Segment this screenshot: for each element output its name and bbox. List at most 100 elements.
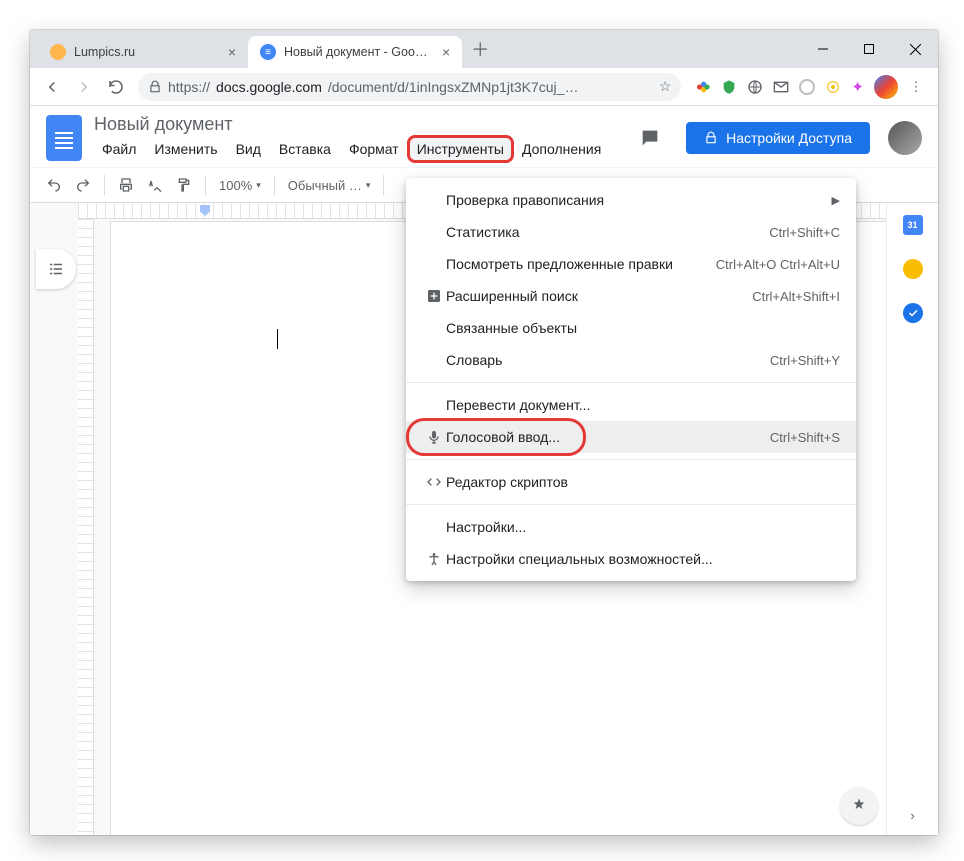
print-button[interactable] [112, 171, 140, 199]
extension-icon[interactable] [747, 79, 763, 95]
menu-item-shortcut: Ctrl+Shift+C [769, 225, 840, 240]
spellcheck-button[interactable] [141, 171, 169, 199]
menu-format[interactable]: Формат [341, 137, 407, 161]
tab-title: Lumpics.ru [74, 45, 135, 59]
menu-file[interactable]: Файл [94, 137, 144, 161]
nav-back-button[interactable] [38, 73, 66, 101]
extension-icon[interactable] [695, 79, 711, 95]
menu-item-shortcut: Ctrl+Alt+Shift+I [752, 289, 840, 304]
menu-item[interactable]: Расширенный поискCtrl+Alt+Shift+I [406, 280, 856, 312]
plus-icon [422, 288, 446, 304]
zoom-select[interactable]: 100% [213, 176, 267, 195]
extension-icon[interactable] [799, 79, 815, 95]
url-host: docs.google.com [216, 79, 322, 95]
url-path: /document/d/1inIngsxZMNp1jt3K7cuj_… [328, 79, 579, 95]
menu-view[interactable]: Вид [228, 137, 269, 161]
account-avatar[interactable] [888, 121, 922, 155]
comments-button[interactable] [632, 120, 668, 156]
menu-item[interactable]: Настройки специальных возможностей... [406, 543, 856, 575]
menu-addons[interactable]: Дополнения [514, 137, 609, 161]
reload-button[interactable] [102, 73, 130, 101]
menu-item-label: Проверка правописания [446, 192, 832, 208]
menu-item-label: Редактор скриптов [446, 474, 840, 490]
menu-item-label: Расширенный поиск [446, 288, 752, 304]
tasks-icon[interactable] [903, 303, 923, 323]
style-select[interactable]: Обычный … [282, 176, 377, 195]
window-controls [800, 30, 938, 68]
menu-item[interactable]: Настройки... [406, 511, 856, 543]
side-panel: 31 › [886, 203, 938, 835]
tab-close-icon[interactable]: × [442, 44, 450, 60]
maximize-button[interactable] [846, 33, 892, 65]
menu-edit[interactable]: Изменить [146, 137, 225, 161]
menu-bar: Файл Изменить Вид Вставка Формат Инструм… [94, 137, 609, 161]
menu-item[interactable]: Редактор скриптов [406, 466, 856, 498]
extension-icon[interactable] [825, 79, 841, 95]
share-label: Настройки Доступа [726, 130, 852, 146]
explore-button[interactable] [840, 787, 878, 825]
collapse-sidepanel[interactable]: › [910, 808, 914, 823]
extension-icon[interactable] [721, 79, 737, 95]
star-icon[interactable]: ☆ [659, 78, 672, 95]
menu-item-label: Статистика [446, 224, 769, 240]
menu-item-label: Посмотреть предложенные правки [446, 256, 716, 272]
favicon-docs: ≡ [260, 44, 276, 60]
menu-item-shortcut: Ctrl+Shift+S [770, 430, 840, 445]
extension-icon[interactable]: ✦ [851, 78, 864, 96]
doc-title[interactable]: Новый документ [94, 114, 609, 135]
tab-close-icon[interactable]: × [228, 44, 236, 60]
address-bar: https:// docs.google.com/document/d/1inIn… [30, 68, 938, 106]
new-tab-button[interactable]: ＋ [466, 35, 494, 63]
indent-marker[interactable] [200, 205, 210, 216]
menu-item[interactable]: Перевести документ... [406, 389, 856, 421]
minimize-button[interactable] [800, 33, 846, 65]
profile-avatar[interactable] [874, 75, 898, 99]
outline-toggle[interactable] [36, 249, 76, 289]
menu-item[interactable]: Голосовой ввод...Ctrl+Shift+S [406, 421, 856, 453]
a11y-icon [422, 551, 446, 567]
menu-item-label: Словарь [446, 352, 770, 368]
menu-insert[interactable]: Вставка [271, 137, 339, 161]
vertical-ruler[interactable] [78, 219, 94, 835]
menu-item[interactable]: СтатистикаCtrl+Shift+C [406, 216, 856, 248]
extension-icons: ✦ [689, 78, 870, 96]
tab-title: Новый документ - Google Доку [284, 45, 434, 59]
nav-forward-button[interactable] [70, 73, 98, 101]
menu-item-shortcut: Ctrl+Alt+O Ctrl+Alt+U [716, 257, 840, 272]
browser-tab[interactable]: Lumpics.ru × [38, 36, 248, 68]
omnibox[interactable]: https:// docs.google.com/document/d/1inIn… [138, 73, 681, 101]
paint-format-button[interactable] [170, 171, 198, 199]
calendar-icon[interactable]: 31 [903, 215, 923, 235]
mic-icon [422, 429, 446, 445]
menu-item-label: Голосовой ввод... [446, 429, 770, 445]
menu-item[interactable]: Проверка правописания▶ [406, 184, 856, 216]
keep-icon[interactable] [903, 259, 923, 279]
menu-item-shortcut: Ctrl+Shift+Y [770, 353, 840, 368]
undo-button[interactable] [40, 171, 68, 199]
menu-item[interactable]: СловарьCtrl+Shift+Y [406, 344, 856, 376]
favicon-lumpics [50, 44, 66, 60]
menu-item-label: Настройки... [446, 519, 840, 535]
menu-item[interactable]: Связанные объекты [406, 312, 856, 344]
close-window-button[interactable] [892, 33, 938, 65]
docname-area: Новый документ Файл Изменить Вид Вставка… [94, 114, 609, 161]
share-button[interactable]: Настройки Доступа [686, 122, 870, 154]
extension-icon[interactable] [773, 79, 789, 95]
menu-item-label: Связанные объекты [446, 320, 840, 336]
docs-logo[interactable] [46, 115, 82, 161]
menu-item-label: Перевести документ... [446, 397, 840, 413]
submenu-arrow-icon: ▶ [832, 194, 840, 207]
menu-tools[interactable]: Инструменты [409, 137, 512, 161]
browser-tab[interactable]: ≡ Новый документ - Google Доку × [248, 36, 462, 68]
tab-strip: Lumpics.ru × ≡ Новый документ - Google Д… [30, 30, 938, 68]
code-icon [422, 474, 446, 490]
docs-header: Новый документ Файл Изменить Вид Вставка… [30, 106, 938, 161]
menu-item-label: Настройки специальных возможностей... [446, 551, 840, 567]
url-protocol: https:// [168, 79, 210, 95]
lock-icon [148, 80, 162, 94]
tools-menu: Проверка правописания▶СтатистикаCtrl+Shi… [406, 178, 856, 581]
browser-menu-button[interactable]: ⋮ [902, 73, 930, 101]
redo-button[interactable] [69, 171, 97, 199]
lock-icon [704, 131, 718, 145]
menu-item[interactable]: Посмотреть предложенные правкиCtrl+Alt+O… [406, 248, 856, 280]
